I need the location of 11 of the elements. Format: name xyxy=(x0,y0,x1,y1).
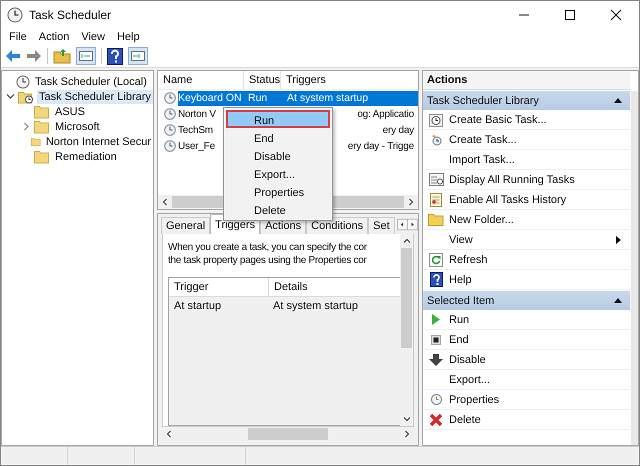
table-cell-text: At system startup xyxy=(286,90,368,106)
window-title: Task Scheduler xyxy=(29,8,112,22)
table-cell-text: At startup xyxy=(173,299,222,314)
description-text: When you create a task, you can specify the cor xyxy=(168,241,368,254)
table-cell-text: og: Applicatio xyxy=(357,108,414,122)
panel-header: Actions xyxy=(423,71,630,90)
table-cell-text: At system startup xyxy=(272,299,358,314)
table-cell-text: ery day xyxy=(382,124,414,138)
table-cell-text: ery day - Trigge xyxy=(348,140,414,154)
table-cell-text: Run xyxy=(248,90,268,106)
description-text: the task property pages using the Properties cor xyxy=(168,254,368,267)
